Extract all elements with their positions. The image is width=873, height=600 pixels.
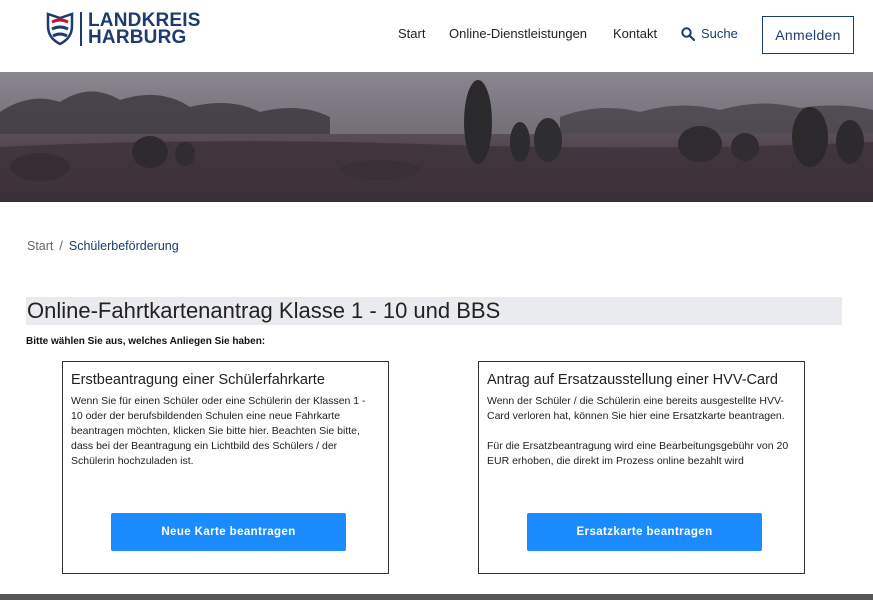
main-nav: Start Online-Dienstleistungen Kontakt Su… (0, 26, 873, 44)
breadcrumb-current[interactable]: Schülerbeförderung (69, 239, 179, 253)
card-text: Wenn der Schüler / die Schülerin eine be… (487, 395, 785, 422)
replacement-card-button[interactable]: Ersatzkarte beantragen (527, 513, 762, 551)
card-fee-text: Für die Ersatzbeantragung wird eine Bear… (487, 440, 789, 467)
card-replacement-application: Antrag auf Ersatzausstellung einer HVV-C… (478, 361, 805, 574)
breadcrumb-home[interactable]: Start (27, 239, 53, 253)
nav-search-label: Suche (701, 26, 738, 41)
card-title: Erstbeantragung einer Schülerfahrkarte (71, 372, 325, 388)
site-header: LANDKREIS HARBURG Start Online-Dienstlei… (0, 0, 873, 72)
page-subtitle: Bitte wählen Sie aus, welches Anliegen S… (26, 336, 266, 347)
card-first-application: Erstbeantragung einer Schülerfahrkarte W… (62, 361, 389, 574)
nav-contact[interactable]: Kontakt (613, 26, 657, 41)
heathland-landscape-image (0, 72, 873, 202)
card-title: Antrag auf Ersatzausstellung einer HVV-C… (487, 372, 778, 388)
new-card-button[interactable]: Neue Karte beantragen (111, 513, 346, 551)
page-title: Online-Fahrtkartenantrag Klasse 1 - 10 u… (27, 298, 501, 323)
breadcrumb: Start / Schülerbeförderung (27, 239, 179, 253)
card-text: Wenn Sie für einen Schüler oder eine Sch… (71, 395, 366, 467)
hero-banner-image (0, 72, 873, 202)
footer-strip (0, 594, 873, 600)
login-button[interactable]: Anmelden (762, 16, 854, 54)
nav-online-services[interactable]: Online-Dienstleistungen (449, 26, 587, 41)
breadcrumb-separator: / (59, 239, 63, 253)
nav-start[interactable]: Start (398, 26, 425, 41)
nav-search[interactable]: Suche (681, 26, 738, 41)
page-title-bar: Online-Fahrtkartenantrag Klasse 1 - 10 u… (26, 297, 842, 325)
search-icon (681, 26, 695, 41)
